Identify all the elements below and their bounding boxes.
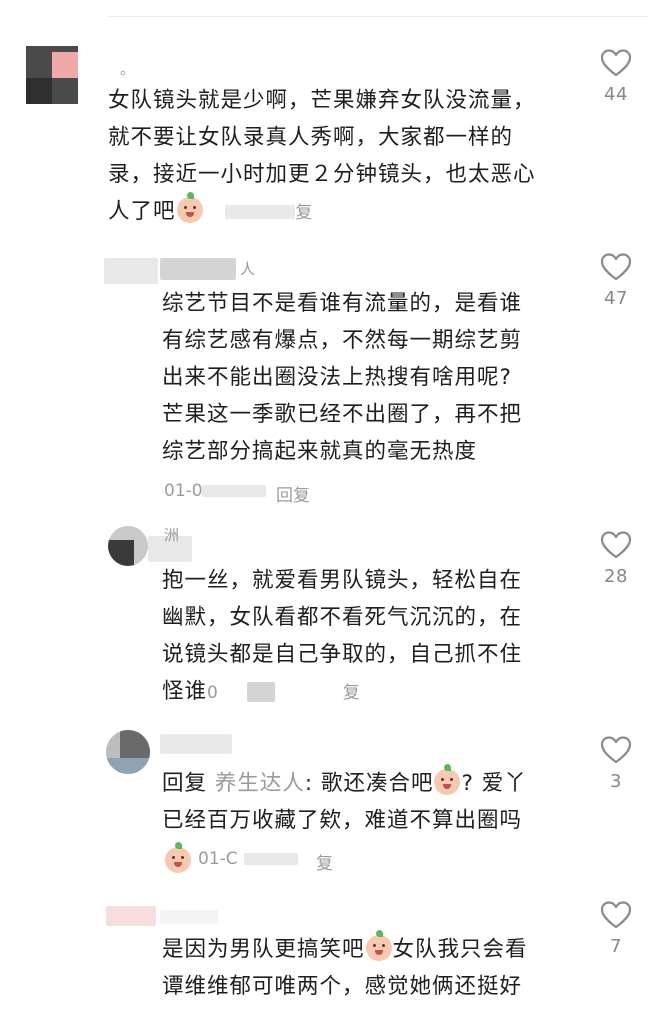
- blurred-meta: [225, 205, 296, 219]
- heart-outline-icon: [592, 900, 640, 930]
- reply-button[interactable]: 复: [343, 683, 361, 703]
- username[interactable]: 。: [120, 58, 135, 79]
- like-count: 28: [604, 566, 628, 587]
- reply-to-user[interactable]: 养生达人: [215, 771, 305, 796]
- laughing-face-emoji-icon: [434, 764, 461, 795]
- username[interactable]: 洲: [164, 524, 179, 545]
- comment-date: 01-0: [164, 481, 203, 501]
- divider: [108, 16, 648, 17]
- comment-date: 0: [207, 683, 219, 703]
- like-button[interactable]: 44: [592, 48, 640, 105]
- heart-outline-icon: [592, 530, 640, 560]
- reply-button[interactable]: 复: [316, 849, 333, 874]
- laughing-face-emoji-icon: [165, 842, 191, 873]
- like-button[interactable]: 47: [592, 252, 640, 309]
- like-count: 3: [610, 771, 622, 792]
- blurred-meta: [202, 485, 266, 497]
- blurred-meta: [246, 682, 275, 702]
- like-button[interactable]: 28: [592, 530, 640, 587]
- blurred-username: [160, 258, 236, 280]
- heart-outline-icon: [592, 252, 640, 282]
- blurred-avatar[interactable]: [104, 258, 158, 284]
- blurred-meta: [244, 853, 298, 865]
- comment-text: 回复 养生达人: 歌还凑合吧? 爱丫 已经百万收藏了欸，难道不算出圈吗: [162, 764, 527, 839]
- avatar[interactable]: [108, 526, 148, 566]
- like-button[interactable]: 7: [592, 900, 640, 957]
- reply-button[interactable]: 回复: [276, 481, 310, 506]
- comment-text: 综艺节目不是看谁有流量的，是看谁 有综艺感有爆点，不然每一期综艺剪 出来不能出圈…: [162, 291, 523, 464]
- reply-label: 回复: [162, 771, 208, 796]
- laughing-face-emoji-icon: [176, 192, 203, 223]
- blurred-avatar[interactable]: [106, 906, 156, 926]
- blurred-username: [160, 734, 232, 754]
- comment-text: 是因为男队更搞笑吧 女队我只会看 谭维维郁可唯两个，感觉她俩还挺好: [162, 930, 528, 1005]
- blurred-username: [160, 910, 218, 924]
- like-count: 7: [610, 936, 622, 957]
- comment-text: 抱一丝，就爱看男队镜头，轻松自在 幽默，女队看都不看死气沉沉的，在 说镜头都是自…: [162, 568, 523, 704]
- comment-date: 01-C: [198, 849, 238, 869]
- username[interactable]: 人: [240, 258, 255, 279]
- laughing-face-emoji-icon: [365, 930, 392, 961]
- heart-outline-icon: [592, 48, 640, 78]
- comment-text: 女队镜头就是少啊，芒果嫌弃女队没流量， 就不要让女队录真人秀啊，大家都一样的 录…: [108, 88, 536, 224]
- like-count: 47: [604, 288, 628, 309]
- avatar[interactable]: [106, 730, 150, 774]
- like-button[interactable]: 3: [592, 735, 640, 792]
- heart-outline-icon: [592, 735, 640, 765]
- avatar[interactable]: [26, 46, 78, 104]
- like-count: 44: [604, 84, 628, 105]
